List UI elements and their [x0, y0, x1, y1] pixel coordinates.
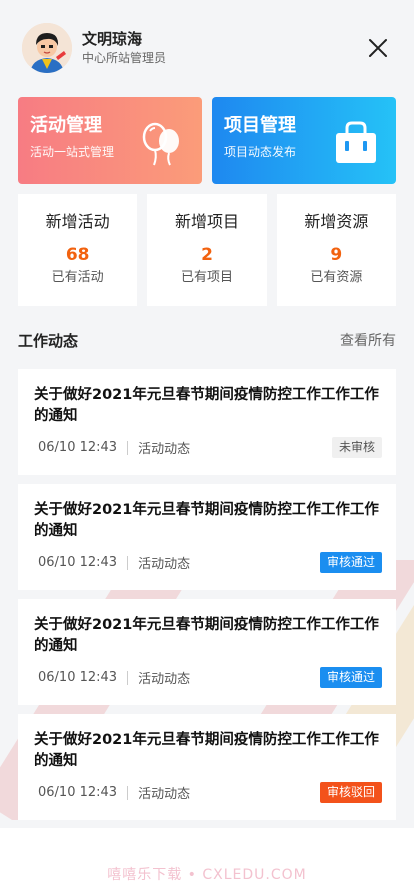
watermark-text: 嘻嘻乐下载 • CXLEDU.COM	[107, 867, 307, 883]
close-icon	[369, 39, 387, 57]
management-banners: 活动管理 活动一站式管理 项目管理 项目动态发布	[0, 97, 414, 184]
item-category: 活动动态	[138, 442, 191, 457]
section-title: 工作动态	[18, 331, 79, 350]
list-item[interactable]: 关于做好2021年元旦春节期间疫情防控工作工作工作的通知 06/10 12:43…	[18, 599, 396, 705]
avatar[interactable]	[22, 23, 72, 73]
footer-area	[0, 828, 414, 896]
stats-row: 新增活动 68 已有活动 新增项目 2 已有项目 新增资源 9 已有资源	[0, 194, 414, 306]
item-category: 活动动态	[138, 672, 191, 687]
user-info: 文明琼海 中心所站管理员	[82, 29, 364, 67]
activity-management-banner[interactable]: 活动管理 活动一站式管理	[18, 97, 202, 184]
item-date: 06/10 12:43	[38, 440, 118, 455]
divider	[127, 440, 129, 455]
item-meta: 06/10 12:43 活动动态	[34, 438, 382, 457]
stat-value: 2	[201, 245, 213, 265]
item-category: 活动动态	[138, 787, 191, 802]
divider	[127, 555, 129, 570]
stat-label: 已有项目	[180, 270, 233, 285]
user-name: 文明琼海	[82, 30, 143, 48]
user-role: 中心所站管理员	[82, 51, 167, 65]
stat-label: 已有活动	[51, 270, 104, 285]
item-date: 06/10 12:43	[38, 555, 118, 570]
status-badge: 审核通过	[319, 552, 382, 573]
item-title: 关于做好2021年元旦春节期间疫情防控工作工作工作的通知	[34, 502, 379, 539]
status-badge: 审核通过	[319, 667, 382, 688]
item-title: 关于做好2021年元旦春节期间疫情防控工作工作工作的通知	[34, 732, 379, 769]
item-title: 关于做好2021年元旦春节期间疫情防控工作工作工作的通知	[34, 387, 379, 424]
item-date: 06/10 12:43	[38, 670, 118, 685]
stat-title: 新增资源	[304, 212, 369, 231]
stat-title: 新增活动	[45, 212, 110, 231]
view-all-link[interactable]: 查看所有	[340, 330, 396, 350]
list-item[interactable]: 关于做好2021年元旦春节期间疫情防控工作工作工作的通知 06/10 12:43…	[18, 714, 396, 820]
stat-value: 68	[65, 245, 90, 265]
list-item[interactable]: 关于做好2021年元旦春节期间疫情防控工作工作工作的通知 06/10 12:43…	[18, 369, 396, 475]
avatar-illustration-icon	[22, 23, 72, 73]
stat-title: 新增项目	[174, 212, 239, 231]
shopping-bag-icon	[336, 121, 376, 163]
status-badge: 未审核	[331, 437, 382, 458]
project-management-banner[interactable]: 项目管理 项目动态发布	[212, 97, 396, 184]
balloons-icon	[142, 122, 179, 166]
stat-label: 已有资源	[310, 270, 363, 285]
item-category: 活动动态	[138, 557, 191, 572]
list-item[interactable]: 关于做好2021年元旦春节期间疫情防控工作工作工作的通知 06/10 12:43…	[18, 484, 396, 590]
status-badge: 审核驳回	[319, 782, 382, 803]
item-title: 关于做好2021年元旦春节期间疫情防控工作工作工作的通知	[34, 617, 379, 654]
user-header: 文明琼海 中心所站管理员	[0, 0, 414, 96]
divider	[127, 670, 129, 685]
stat-new-project[interactable]: 新增项目 2 已有项目	[147, 194, 267, 306]
close-button[interactable]	[364, 34, 392, 62]
item-date: 06/10 12:43	[38, 785, 118, 800]
divider	[127, 785, 129, 800]
work-feed-list: 关于做好2021年元旦春节期间疫情防控工作工作工作的通知 06/10 12:43…	[0, 369, 414, 820]
stat-value: 9	[330, 245, 343, 265]
stat-new-activity[interactable]: 新增活动 68 已有活动	[18, 194, 138, 306]
stat-new-resource[interactable]: 新增资源 9 已有资源	[276, 194, 396, 306]
work-feed-header: 工作动态 查看所有	[0, 325, 414, 355]
